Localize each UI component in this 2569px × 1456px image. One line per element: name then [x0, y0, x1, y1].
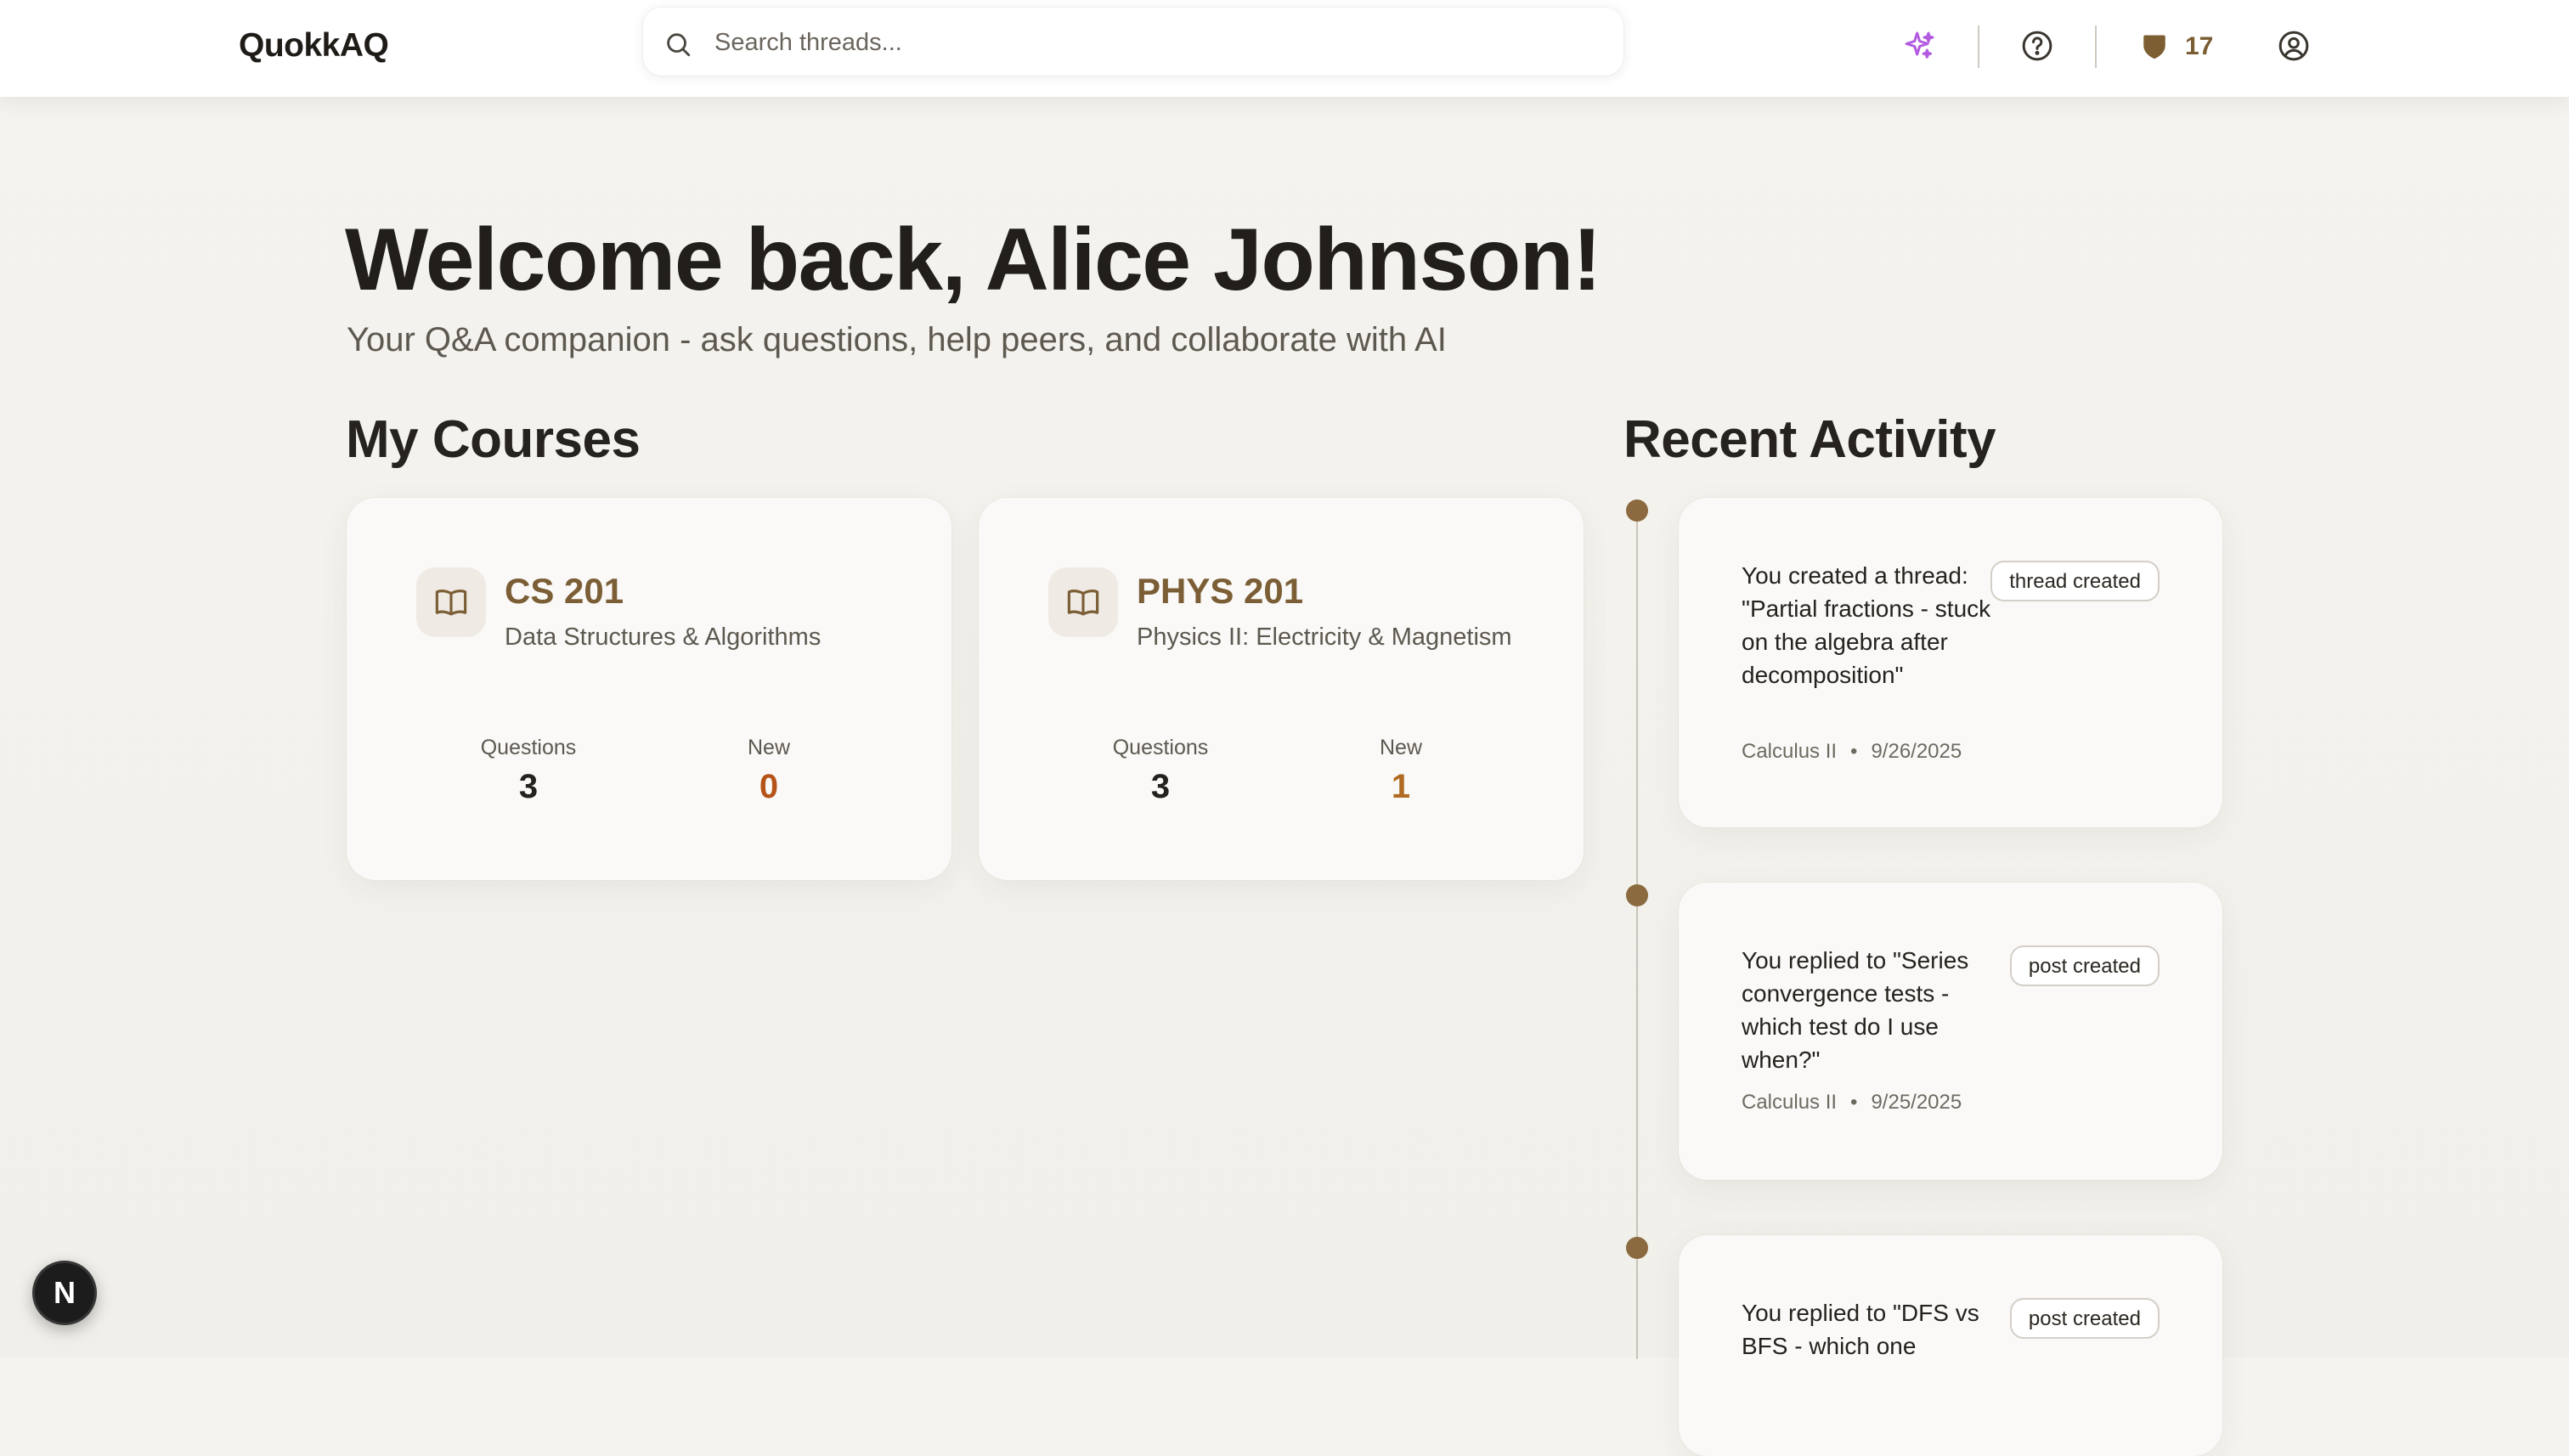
search-bar[interactable] — [643, 8, 1623, 76]
activity-meta: Calculus II • 9/25/2025 — [1742, 1091, 1962, 1115]
timeline-dot — [1626, 1237, 1648, 1259]
page-title: Welcome back, Alice Johnson! — [345, 211, 1601, 309]
search-input[interactable] — [713, 23, 1600, 62]
points-count: 17 — [2185, 32, 2214, 60]
course-card-phys201[interactable]: PHYS 201 Physics II: Electricity & Magne… — [979, 498, 1584, 880]
activity-item[interactable]: You replied to "DFS vs BFS - which one p… — [1679, 1235, 2222, 1456]
activity-tag: post created — [2009, 1298, 2160, 1339]
activity-text: You created a thread: "Partial fractions… — [1742, 562, 1991, 688]
activity-tag: thread created — [1990, 561, 2160, 601]
course-name: Physics II: Electricity & Magnetism — [1137, 624, 1512, 651]
activity-tag: post created — [2009, 945, 2160, 986]
timeline-dot — [1626, 884, 1648, 906]
activity-text: You replied to "Series convergence tests… — [1742, 947, 1969, 1073]
questions-label: Questions — [480, 736, 577, 759]
top-nav: QuokkAQ 17 — [0, 0, 2569, 97]
activity-course: Calculus II — [1742, 740, 1838, 763]
new-label: New — [1379, 736, 1422, 759]
my-courses-heading: My Courses — [346, 410, 641, 469]
meta-separator: • — [1850, 1091, 1858, 1114]
points-indicator[interactable]: 17 — [2139, 27, 2213, 66]
timeline-dot — [1626, 499, 1648, 522]
activity-course: Calculus II — [1742, 1091, 1838, 1114]
course-icon — [416, 567, 486, 637]
timeline-line — [1636, 510, 1638, 1359]
course-code: CS 201 — [505, 571, 624, 611]
help-circle-icon[interactable] — [2020, 29, 2054, 63]
activity-date: 9/26/2025 — [1871, 740, 1962, 763]
header-divider — [2095, 25, 2097, 68]
shield-icon — [2143, 35, 2165, 59]
activity-item[interactable]: You created a thread: "Partial fractions… — [1679, 498, 2222, 827]
activity-date: 9/25/2025 — [1871, 1091, 1962, 1114]
course-card-cs201[interactable]: CS 201 Data Structures & Algorithms Ques… — [347, 498, 951, 880]
search-icon — [667, 33, 691, 57]
new-count: 1 — [1391, 768, 1411, 805]
dev-tools-button[interactable]: N — [32, 1261, 97, 1325]
activity-text: You replied to "DFS vs BFS - which one — [1742, 1300, 1979, 1359]
page-subtitle: Your Q&A companion - ask questions, help… — [347, 321, 1447, 358]
course-code: PHYS 201 — [1137, 571, 1304, 611]
meta-separator: • — [1850, 740, 1858, 763]
new-count: 0 — [759, 768, 779, 805]
sparkles-icon[interactable] — [1903, 29, 1937, 63]
app-logo[interactable]: QuokkAQ — [239, 27, 389, 65]
course-name: Data Structures & Algorithms — [505, 624, 822, 651]
book-open-icon — [1067, 590, 1099, 616]
course-icon — [1048, 567, 1118, 637]
recent-activity-heading: Recent Activity — [1623, 410, 1996, 469]
activity-item[interactable]: You replied to "Series convergence tests… — [1679, 883, 2222, 1180]
questions-count: 3 — [518, 768, 539, 805]
book-open-icon — [435, 590, 467, 616]
questions-count: 3 — [1150, 768, 1171, 805]
user-circle-icon[interactable] — [2277, 29, 2311, 63]
header-divider — [1978, 25, 1979, 68]
questions-label: Questions — [1112, 736, 1209, 759]
activity-meta: Calculus II • 9/26/2025 — [1742, 740, 1962, 764]
new-label: New — [747, 736, 790, 759]
